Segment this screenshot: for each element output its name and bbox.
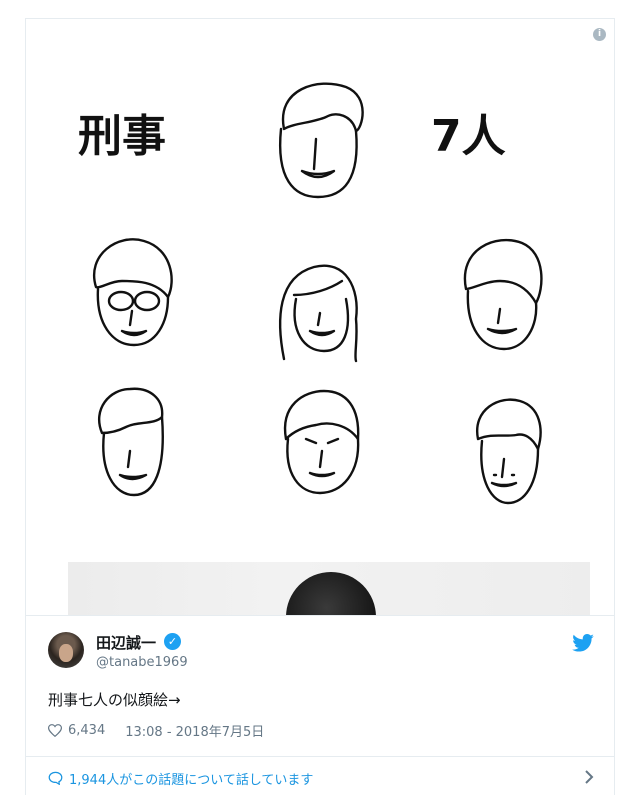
- embedded-tweet-card: 刑事 7人 i 田辺誠一 ✓ @tanabe1969 刑事七人の似顔絵→ 6,4…: [25, 18, 615, 795]
- speech-bubble-icon: [48, 771, 63, 785]
- photo-hair-shape: [286, 572, 376, 615]
- user-avatar[interactable]: [48, 632, 84, 668]
- tweet-body: 田辺誠一 ✓ @tanabe1969 刑事七人の似顔絵→ 6,434 13:08…: [26, 615, 614, 795]
- conversation-count-text[interactable]: 1,944人がこの話題について話しています: [69, 769, 313, 788]
- twitter-bird-icon[interactable]: [572, 634, 594, 652]
- portrait-sketch-drawing: 刑事 7人: [78, 82, 543, 505]
- sketch-face-5: [97, 387, 164, 497]
- sketch-face-3: [278, 264, 358, 363]
- info-icon[interactable]: i: [593, 28, 606, 41]
- tweet-meta: 6,434 13:08 - 2018年7月5日: [48, 721, 264, 740]
- sketch-face-1: [278, 82, 364, 199]
- second-photo-preview: [68, 562, 590, 615]
- like-count[interactable]: 6,434: [68, 723, 105, 738]
- sketch-face-7: [475, 398, 542, 505]
- sketch-face-4: [463, 238, 543, 351]
- sketch-face-2: [93, 238, 173, 347]
- sketch-face-6: [283, 389, 360, 495]
- user-display-name[interactable]: 田辺誠一: [96, 632, 156, 653]
- verified-badge-icon: ✓: [164, 633, 181, 650]
- heart-icon[interactable]: [48, 724, 62, 737]
- chevron-right-icon[interactable]: [584, 769, 594, 785]
- drawing-title-left: 刑事: [78, 111, 166, 162]
- tweet-text: 刑事七人の似顔絵→: [48, 691, 181, 709]
- user-handle[interactable]: @tanabe1969: [96, 655, 188, 670]
- tweet-timestamp[interactable]: 13:08 - 2018年7月5日: [125, 721, 264, 740]
- tweet-media-image[interactable]: 刑事 7人: [26, 19, 614, 615]
- drawing-title-right: 7人: [431, 111, 506, 162]
- divider: [26, 756, 614, 757]
- conversation-link[interactable]: 1,944人がこの話題について話しています: [48, 766, 594, 790]
